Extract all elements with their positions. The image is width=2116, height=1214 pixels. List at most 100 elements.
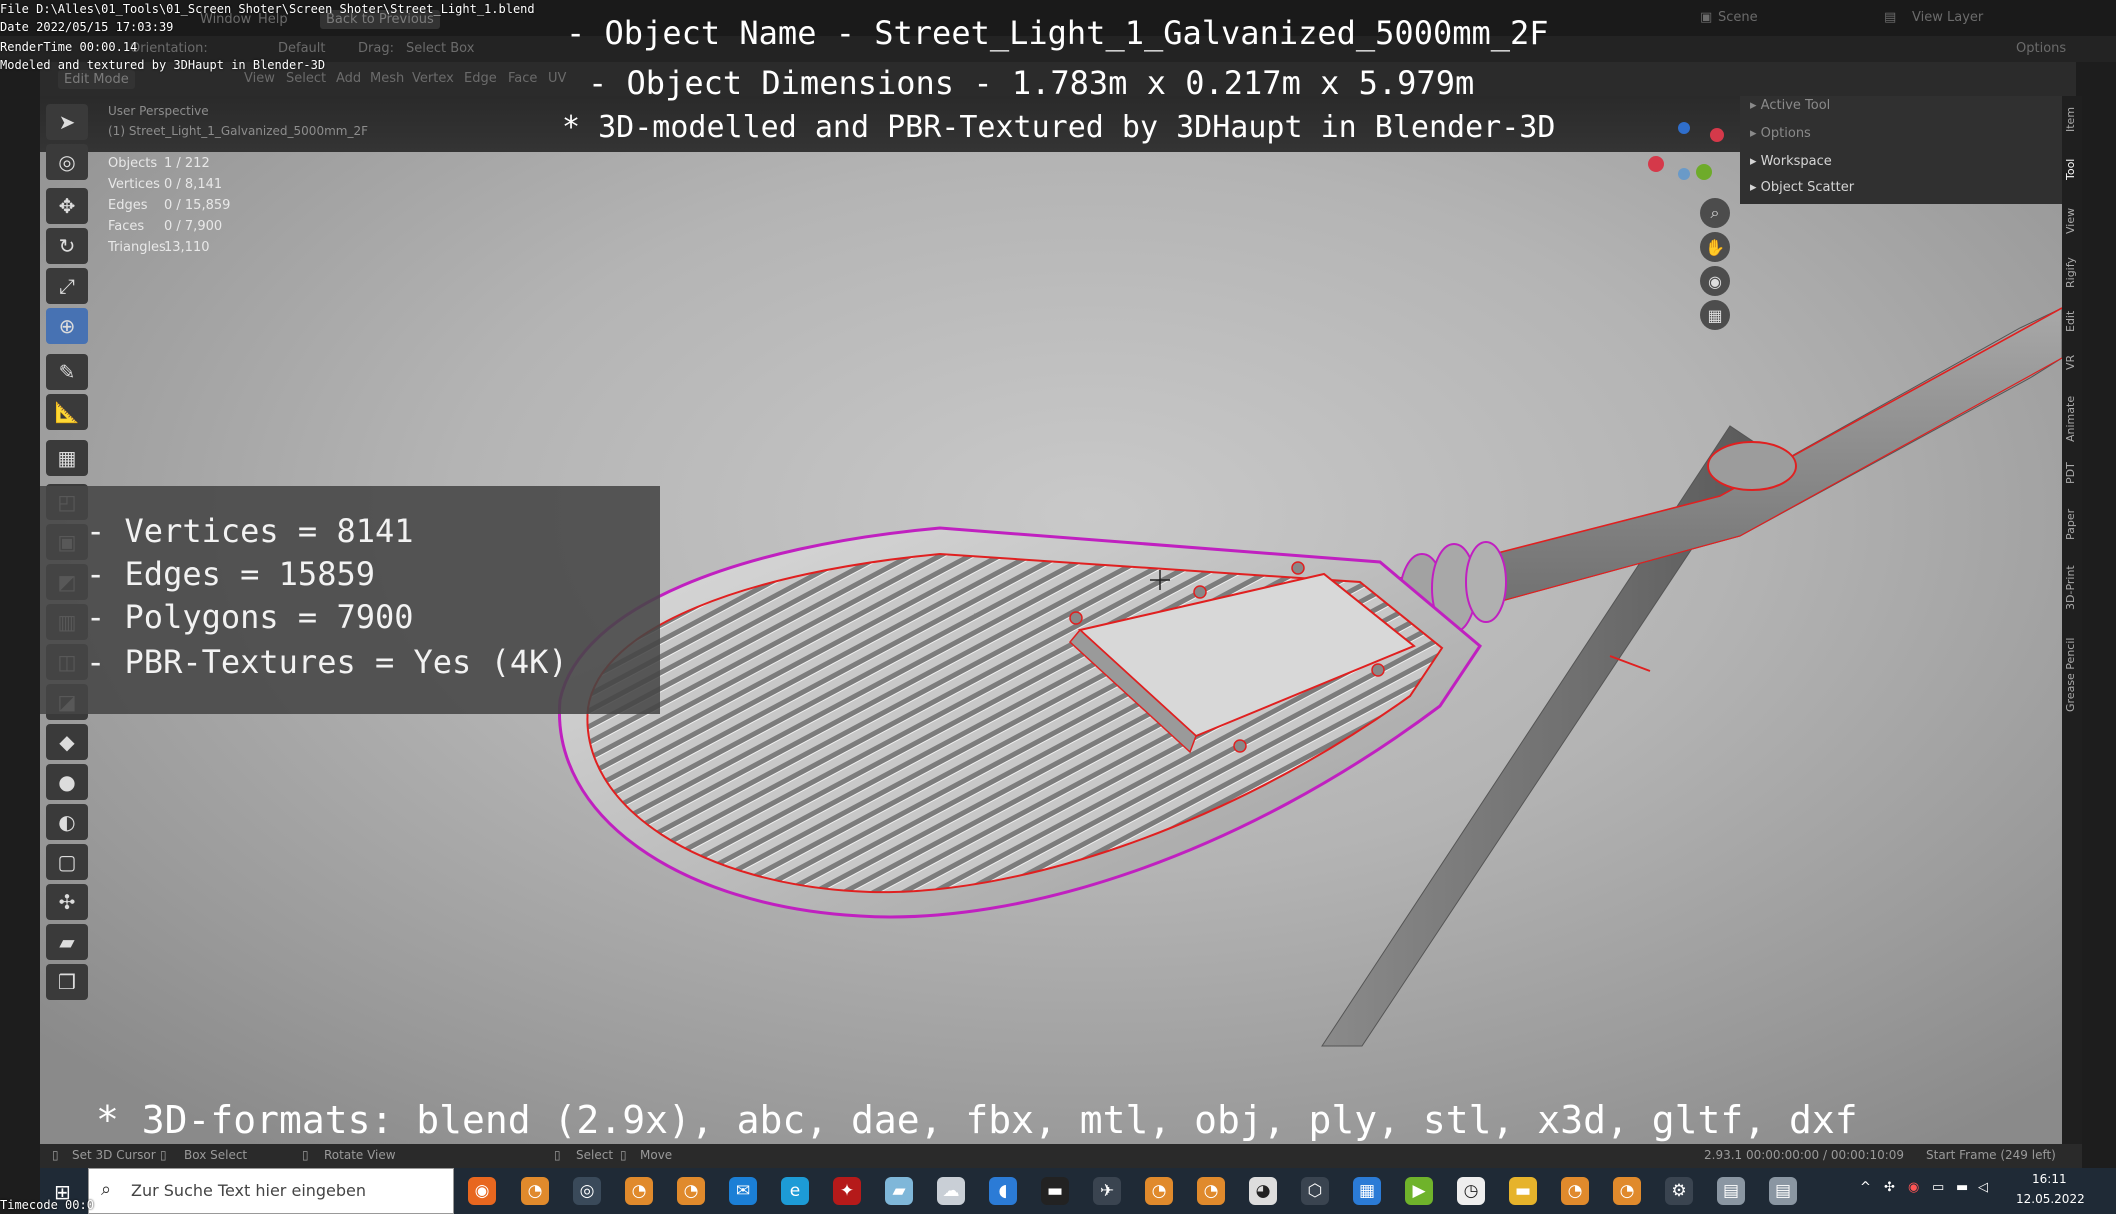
- blender-icon-2[interactable]: ◔: [625, 1177, 653, 1205]
- panel-object-scatter[interactable]: ▸ Object Scatter: [1750, 180, 1854, 195]
- app-icon[interactable]: ✈: [1093, 1177, 1121, 1205]
- shear-tool-icon[interactable]: ▢: [46, 844, 88, 880]
- options-dropdown[interactable]: Options: [2016, 41, 2066, 56]
- tray-security-icon[interactable]: ◉: [1908, 1180, 1919, 1195]
- messenger-icon[interactable]: ◖: [989, 1177, 1017, 1205]
- stats-edges: - Edges = 15859: [86, 555, 375, 593]
- settings-icon[interactable]: ⚙: [1665, 1177, 1693, 1205]
- status-start-frame: Start Frame (249 left): [1926, 1148, 2056, 1162]
- menu-select[interactable]: Select: [286, 71, 326, 86]
- ortho-grid-icon[interactable]: ▦: [1700, 300, 1730, 330]
- nvidia-icon[interactable]: ▶: [1405, 1177, 1433, 1205]
- panel-active-tool[interactable]: ▸ Active Tool: [1750, 98, 1830, 113]
- blender-icon-6[interactable]: ◔: [1613, 1177, 1641, 1205]
- tab-animate[interactable]: Animate: [2064, 396, 2077, 442]
- zoom-icon[interactable]: ⌕: [1700, 198, 1730, 228]
- add-cube-tool-icon[interactable]: ▦: [46, 440, 88, 476]
- tab-item[interactable]: Item: [2064, 107, 2077, 132]
- mode-selector[interactable]: Edit Mode: [58, 70, 135, 89]
- app-window-icon-2[interactable]: ▤: [1769, 1177, 1797, 1205]
- scale-tool-icon[interactable]: ⤢: [46, 268, 88, 304]
- terminal-icon[interactable]: ▬: [1041, 1177, 1069, 1205]
- z-negative-axis-icon[interactable]: [1678, 168, 1690, 180]
- tab-pdt[interactable]: PDT: [2064, 462, 2077, 484]
- tab-view[interactable]: View: [2064, 208, 2077, 234]
- tab-grease-pencil[interactable]: Grease Pencil: [2064, 638, 2077, 712]
- blender-icon-4[interactable]: ◔: [1197, 1177, 1225, 1205]
- weather-icon[interactable]: ☁: [937, 1177, 965, 1205]
- blender-icon-5[interactable]: ◔: [1561, 1177, 1589, 1205]
- menu-uv[interactable]: UV: [548, 71, 566, 86]
- move-tool-icon[interactable]: ✥: [46, 188, 88, 224]
- status-version: 2.93.1 00:00:00:00 / 00:00:10:09: [1704, 1148, 1905, 1162]
- taskbar-search-input[interactable]: ⌕ Zur Suche Text hier eingeben: [88, 1168, 454, 1214]
- status-bar: ▯ Set 3D Cursor ▯ Box Select ▯ Rotate Vi…: [40, 1144, 2082, 1168]
- notes-icon[interactable]: ▰: [885, 1177, 913, 1205]
- scene-selector[interactable]: Scene: [1718, 10, 1758, 25]
- pan-hand-icon[interactable]: ✋: [1700, 232, 1730, 262]
- taskbar-date[interactable]: 12.05.2022: [2016, 1192, 2085, 1206]
- tab-3d-print[interactable]: 3D-Print: [2064, 565, 2077, 610]
- transform-tool-icon[interactable]: ⊕: [46, 308, 88, 344]
- file-explorer-icon[interactable]: ▬: [1509, 1177, 1537, 1205]
- cursor-tool-icon[interactable]: ◎: [46, 144, 88, 180]
- smooth-tool-icon[interactable]: ●: [46, 764, 88, 800]
- obs-icon[interactable]: ◎: [573, 1177, 601, 1205]
- stat-objects-label: Objects: [108, 156, 158, 171]
- x-axis-icon[interactable]: [1648, 156, 1664, 172]
- z-axis-icon[interactable]: [1678, 122, 1690, 134]
- blender-icon-3[interactable]: ◔: [677, 1177, 705, 1205]
- annotate-tool-icon[interactable]: ✎: [46, 354, 88, 390]
- app-window-icon[interactable]: ▤: [1717, 1177, 1745, 1205]
- edge-slide-tool-icon[interactable]: ▰: [46, 924, 88, 960]
- menu-face[interactable]: Face: [508, 71, 537, 86]
- blender-icon-active[interactable]: ◔: [1145, 1177, 1173, 1205]
- orientation-selector[interactable]: Default: [278, 41, 326, 56]
- y-axis-icon[interactable]: [1696, 164, 1712, 180]
- sidebar-tabs: Item Tool View Rigify Edit VR Animate PD…: [2062, 96, 2082, 1144]
- tab-vr[interactable]: VR: [2064, 355, 2077, 370]
- tray-battery-icon[interactable]: ▭: [1932, 1180, 1944, 1195]
- clock-app-icon[interactable]: ◷: [1457, 1177, 1485, 1205]
- junction-ring: [1707, 441, 1797, 491]
- spin-tool-icon[interactable]: ◆: [46, 724, 88, 760]
- select-tool-icon[interactable]: ➤: [46, 104, 88, 140]
- taskbar-time[interactable]: 16:11: [2032, 1172, 2067, 1186]
- calendar-icon[interactable]: ▦: [1353, 1177, 1381, 1205]
- x-negative-axis-icon[interactable]: [1710, 128, 1724, 142]
- tray-network-icon[interactable]: ✣: [1884, 1180, 1895, 1195]
- menu-add[interactable]: Add: [336, 71, 361, 86]
- mouse-left-icon: ▯: [52, 1148, 59, 1162]
- drag-selector[interactable]: Select Box: [406, 41, 474, 56]
- view-layer-icon[interactable]: ▤: [1884, 10, 1896, 25]
- edge-browser-icon[interactable]: e: [781, 1177, 809, 1205]
- menu-mesh[interactable]: Mesh: [370, 71, 404, 86]
- rip-tool-icon[interactable]: ✣: [46, 884, 88, 920]
- firefox-icon[interactable]: ◉: [468, 1177, 496, 1205]
- mail-icon[interactable]: ✉: [729, 1177, 757, 1205]
- tab-tool[interactable]: Tool: [2064, 159, 2077, 180]
- tray-volume-icon[interactable]: ◁: [1978, 1180, 1988, 1195]
- cube-app-icon[interactable]: ⬡: [1301, 1177, 1329, 1205]
- tab-rigify[interactable]: Rigify: [2064, 257, 2077, 288]
- panda-icon[interactable]: ◕: [1249, 1177, 1277, 1205]
- tray-chevron-icon[interactable]: ^: [1860, 1180, 1871, 1195]
- cube-tool-icon[interactable]: ❒: [46, 964, 88, 1000]
- camera-icon[interactable]: ◉: [1700, 266, 1730, 296]
- antivirus-icon[interactable]: ✦: [833, 1177, 861, 1205]
- view-layer-selector[interactable]: View Layer: [1912, 10, 1983, 25]
- timecode-label: Timecode 00:0: [0, 1198, 94, 1212]
- shrink-tool-icon[interactable]: ◐: [46, 804, 88, 840]
- menu-vertex[interactable]: Vertex: [412, 71, 454, 86]
- rotate-tool-icon[interactable]: ↻: [46, 228, 88, 264]
- tab-paper[interactable]: Paper: [2064, 509, 2077, 540]
- menu-edge[interactable]: Edge: [464, 71, 497, 86]
- measure-tool-icon[interactable]: 📐: [46, 394, 88, 430]
- panel-options[interactable]: ▸ Options: [1750, 126, 1811, 141]
- menu-view[interactable]: View: [244, 71, 275, 86]
- scene-icon[interactable]: ▣: [1700, 10, 1712, 25]
- blender-icon[interactable]: ◔: [521, 1177, 549, 1205]
- panel-workspace[interactable]: ▸ Workspace: [1750, 154, 1832, 169]
- tab-edit[interactable]: Edit: [2064, 311, 2077, 332]
- tray-drive-icon[interactable]: ▬: [1956, 1180, 1968, 1195]
